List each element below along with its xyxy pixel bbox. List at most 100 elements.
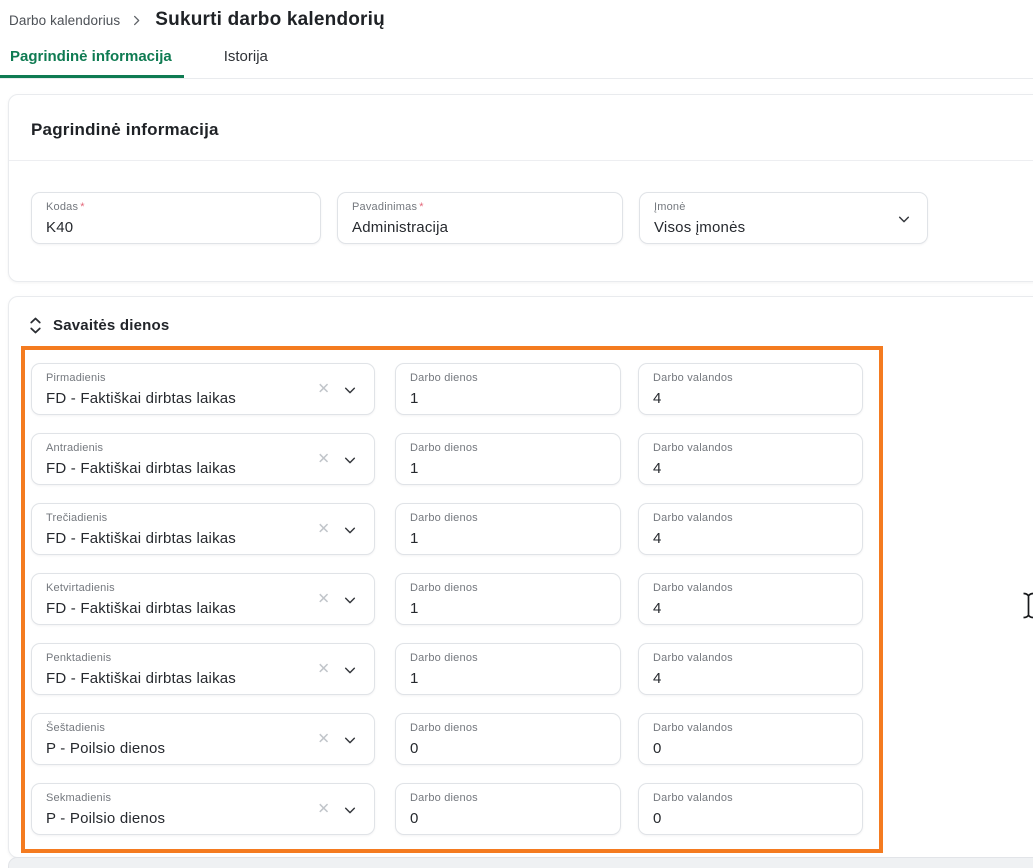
day-type-value: FD - Faktiškai dirbtas laikas (46, 670, 304, 687)
work-days-input[interactable]: Darbo dienos 1 (395, 573, 621, 625)
work-days-input[interactable]: Darbo dienos 1 (395, 433, 621, 485)
work-days-input[interactable]: Darbo dienos 0 (395, 783, 621, 835)
work-days-value: 1 (410, 460, 606, 477)
page-title: Sukurti darbo kalendorių (155, 9, 385, 31)
chevron-down-icon[interactable] (342, 732, 358, 748)
work-days-value: 1 (410, 600, 606, 617)
weekday-row: Sekmadienis P - Poilsio dienos ✕ Darbo d… (31, 783, 879, 835)
chevron-down-icon[interactable] (342, 382, 358, 398)
weekdays-card: Savaitės dienos Pirmadienis FD - Faktišk… (8, 296, 1033, 858)
work-hours-value: 4 (653, 390, 848, 407)
code-value: K40 (46, 219, 306, 236)
work-hours-input[interactable]: Darbo valandos 0 (638, 713, 863, 765)
chevron-down-icon[interactable] (342, 802, 358, 818)
day-type-select-ketvirtadienis[interactable]: Ketvirtadienis FD - Faktiškai dirbtas la… (31, 573, 375, 625)
weekday-row: Penktadienis FD - Faktiškai dirbtas laik… (31, 643, 879, 695)
clear-icon[interactable]: ✕ (317, 802, 330, 817)
next-section-edge (8, 857, 1033, 868)
breadcrumb-parent-link[interactable]: Darbo kalendorius (9, 13, 120, 28)
work-days-label: Darbo dienos (410, 372, 606, 384)
day-type-select-sekmadienis[interactable]: Sekmadienis P - Poilsio dienos ✕ (31, 783, 375, 835)
chevron-right-icon (129, 13, 144, 28)
weekday-row: Šeštadienis P - Poilsio dienos ✕ Darbo d… (31, 713, 879, 765)
work-days-value: 1 (410, 670, 606, 687)
name-field[interactable]: Pavadinimas* Administracija (337, 192, 623, 244)
work-hours-input[interactable]: Darbo valandos 0 (638, 783, 863, 835)
clear-icon[interactable]: ✕ (317, 662, 330, 677)
general-fields-row: Kodas* K40 Pavadinimas* Administracija Į… (9, 161, 1033, 281)
day-type-value: FD - Faktiškai dirbtas laikas (46, 460, 304, 477)
clear-icon[interactable]: ✕ (317, 732, 330, 747)
day-label: Antradienis (46, 442, 304, 454)
work-hours-input[interactable]: Darbo valandos 4 (638, 573, 863, 625)
day-label: Trečiadienis (46, 512, 304, 524)
clear-icon[interactable]: ✕ (317, 382, 330, 397)
work-hours-input[interactable]: Darbo valandos 4 (638, 433, 863, 485)
work-hours-value: 4 (653, 460, 848, 477)
name-label: Pavadinimas* (352, 201, 608, 213)
weekday-row: Ketvirtadienis FD - Faktiškai dirbtas la… (31, 573, 879, 625)
day-label: Pirmadienis (46, 372, 304, 384)
weekdays-section-title: Savaitės dienos (53, 317, 169, 334)
tab-pagrindine-informacija[interactable]: Pagrindinė informacija (0, 48, 184, 78)
work-days-input[interactable]: Darbo dienos 0 (395, 713, 621, 765)
work-days-label: Darbo dienos (410, 792, 606, 804)
work-hours-value: 4 (653, 670, 848, 687)
chevron-down-icon[interactable] (342, 592, 358, 608)
work-days-input[interactable]: Darbo dienos 1 (395, 503, 621, 555)
clear-icon[interactable]: ✕ (317, 592, 330, 607)
work-hours-value: 4 (653, 600, 848, 617)
day-label: Penktadienis (46, 652, 304, 664)
clear-icon[interactable]: ✕ (317, 452, 330, 467)
chevron-down-icon[interactable] (342, 522, 358, 538)
day-type-select-penktadienis[interactable]: Penktadienis FD - Faktiškai dirbtas laik… (31, 643, 375, 695)
card-title: Pagrindinė informacija (9, 95, 1033, 160)
work-hours-label: Darbo valandos (653, 722, 848, 734)
weekdays-highlight-box: Pirmadienis FD - Faktiškai dirbtas laika… (21, 346, 883, 853)
day-type-value: P - Poilsio dienos (46, 740, 304, 757)
day-type-select-sestadienis[interactable]: Šeštadienis P - Poilsio dienos ✕ (31, 713, 375, 765)
work-hours-label: Darbo valandos (653, 512, 848, 524)
work-days-value: 1 (410, 530, 606, 547)
work-days-value: 1 (410, 390, 606, 407)
collapse-expand-icon[interactable] (29, 317, 42, 334)
day-type-value: FD - Faktiškai dirbtas laikas (46, 390, 304, 407)
code-field[interactable]: Kodas* K40 (31, 192, 321, 244)
code-label: Kodas* (46, 201, 306, 213)
work-days-label: Darbo dienos (410, 652, 606, 664)
work-hours-label: Darbo valandos (653, 582, 848, 594)
required-asterisk: * (80, 201, 84, 213)
tab-istorija[interactable]: Istorija (214, 48, 272, 78)
work-days-input[interactable]: Darbo dienos 1 (395, 363, 621, 415)
required-asterisk: * (419, 201, 423, 213)
work-hours-input[interactable]: Darbo valandos 4 (638, 643, 863, 695)
work-hours-input[interactable]: Darbo valandos 4 (638, 363, 863, 415)
work-days-value: 0 (410, 740, 606, 757)
work-hours-input[interactable]: Darbo valandos 4 (638, 503, 863, 555)
weekday-row: Antradienis FD - Faktiškai dirbtas laika… (31, 433, 879, 485)
day-type-value: P - Poilsio dienos (46, 810, 304, 827)
day-type-select-treciadienis[interactable]: Trečiadienis FD - Faktiškai dirbtas laik… (31, 503, 375, 555)
tab-bar: Pagrindinė informacija Istorija (0, 48, 1033, 79)
company-select[interactable]: Įmonė Visos įmonės (639, 192, 928, 244)
chevron-down-icon[interactable] (342, 662, 358, 678)
work-hours-label: Darbo valandos (653, 792, 848, 804)
company-label: Įmonė (654, 201, 913, 213)
day-type-value: FD - Faktiškai dirbtas laikas (46, 530, 304, 547)
chevron-down-icon[interactable] (896, 211, 912, 227)
work-hours-label: Darbo valandos (653, 372, 848, 384)
day-type-select-antradienis[interactable]: Antradienis FD - Faktiškai dirbtas laika… (31, 433, 375, 485)
work-hours-label: Darbo valandos (653, 442, 848, 454)
work-hours-value: 0 (653, 810, 848, 827)
work-days-label: Darbo dienos (410, 722, 606, 734)
day-type-select-pirmadienis[interactable]: Pirmadienis FD - Faktiškai dirbtas laika… (31, 363, 375, 415)
day-label: Sekmadienis (46, 792, 304, 804)
chevron-down-icon[interactable] (342, 452, 358, 468)
company-value: Visos įmonės (654, 219, 913, 236)
work-days-input[interactable]: Darbo dienos 1 (395, 643, 621, 695)
day-type-value: FD - Faktiškai dirbtas laikas (46, 600, 304, 617)
work-hours-value: 0 (653, 740, 848, 757)
clear-icon[interactable]: ✕ (317, 522, 330, 537)
weekday-row: Pirmadienis FD - Faktiškai dirbtas laika… (31, 363, 879, 415)
name-value: Administracija (352, 219, 608, 236)
